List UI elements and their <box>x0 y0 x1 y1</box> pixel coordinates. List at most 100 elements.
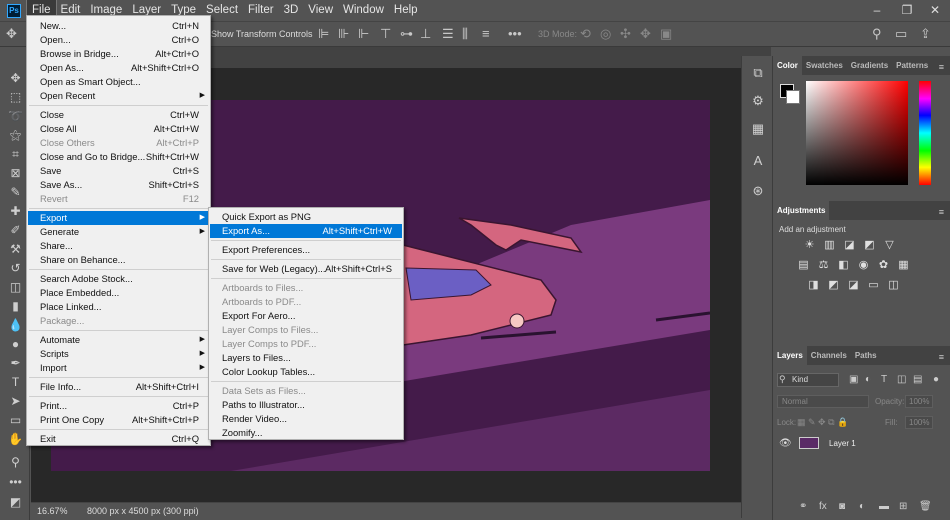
zoom-level[interactable]: 16.67% <box>37 506 68 516</box>
background-color-swatch[interactable] <box>786 90 800 104</box>
menu-item-browse-in-bridge[interactable]: Browse in Bridge... Alt+Ctrl+O <box>28 47 209 61</box>
filter-toggle-icon[interactable]: ● <box>933 374 939 385</box>
threshold-icon[interactable]: ◪ <box>847 279 860 292</box>
tab-adjustments[interactable]: Adjustments <box>773 201 830 220</box>
align-bottom-icon[interactable]: ⊥ <box>420 27 431 41</box>
dodge-tool-icon[interactable]: ● <box>7 336 24 353</box>
color-balance-icon[interactable]: ⚖ <box>817 259 830 272</box>
3d-pan-icon[interactable]: ✣ <box>620 27 631 41</box>
color-lookup-icon[interactable]: ▦ <box>897 259 910 272</box>
menu-item-file-info[interactable]: File Info... Alt+Shift+Ctrl+I <box>28 380 209 394</box>
libraries-panel-icon[interactable]: ▦ <box>749 120 767 138</box>
tab-channels[interactable]: Channels <box>807 346 851 365</box>
posterize-icon[interactable]: ◩ <box>827 279 840 292</box>
eyedropper-tool-icon[interactable]: ✎ <box>7 184 24 201</box>
frame-tool-icon[interactable]: ⊠ <box>7 165 24 182</box>
search-icon[interactable]: ⚲ <box>872 27 882 41</box>
align-center-icon[interactable]: ⊪ <box>338 27 349 41</box>
menu-item-close[interactable]: Close Ctrl+W <box>28 108 209 122</box>
menu-filter[interactable]: Filter <box>243 0 279 21</box>
menu-help[interactable]: Help <box>389 0 423 21</box>
menu-item-export-for-aero[interactable]: Export For Aero... <box>210 309 402 323</box>
lock-pixels-icon[interactable]: ▦ ✎ ✥ ⧉ 🔒 <box>797 417 848 428</box>
menu-item-close-go-bridge[interactable]: Close and Go to Bridge... Shift+Ctrl+W <box>28 150 209 164</box>
character-panel-icon[interactable]: A <box>749 152 767 170</box>
menu-item-exit[interactable]: Exit Ctrl+Q <box>28 432 209 446</box>
rectangle-tool-icon[interactable]: ▭ <box>7 412 24 429</box>
panel-menu-icon[interactable]: ≡ <box>939 62 944 72</box>
panel-menu-icon[interactable]: ≡ <box>939 207 944 217</box>
edit-toolbar-icon[interactable]: ••• <box>7 474 24 491</box>
menu-item-open-recent[interactable]: Open Recent ▶ <box>28 89 209 103</box>
menu-item-open-smart-object[interactable]: Open as Smart Object... <box>28 75 209 89</box>
menu-item-share-behance[interactable]: Share on Behance... <box>28 253 209 267</box>
healing-brush-tool-icon[interactable]: ✚ <box>7 203 24 220</box>
exposure-icon[interactable]: ◩ <box>863 239 876 252</box>
add-mask-icon[interactable]: ◙ <box>839 501 845 512</box>
menu-item-place-linked[interactable]: Place Linked... <box>28 300 209 314</box>
panel-menu-icon[interactable]: ≡ <box>939 352 944 362</box>
new-group-icon[interactable]: ▬ <box>879 501 889 512</box>
3d-roll-icon[interactable]: ◎ <box>600 27 611 41</box>
share-icon[interactable]: ⇪ <box>920 27 931 41</box>
layer-name[interactable]: Layer 1 <box>829 439 856 448</box>
menu-item-print[interactable]: Print... Ctrl+P <box>28 399 209 413</box>
color-picker-field[interactable] <box>806 81 908 185</box>
workspace-icon[interactable]: ▭ <box>895 27 907 41</box>
tab-layers[interactable]: Layers <box>773 346 807 365</box>
move-tool-icon[interactable]: ✥ <box>7 70 24 87</box>
menu-item-save-for-web[interactable]: Save for Web (Legacy)... Alt+Shift+Ctrl+S <box>210 262 402 276</box>
tab-gradients[interactable]: Gradients <box>847 56 892 75</box>
align-right-icon[interactable]: ⊩ <box>358 27 369 41</box>
curves-icon[interactable]: ◪ <box>843 239 856 252</box>
menu-item-color-lookup-tables[interactable]: Color Lookup Tables... <box>210 365 402 379</box>
tab-swatches[interactable]: Swatches <box>802 56 847 75</box>
layer-filter-kind[interactable]: Kind <box>777 373 839 387</box>
pen-tool-icon[interactable]: ✒ <box>7 355 24 372</box>
menu-item-save[interactable]: Save Ctrl+S <box>28 164 209 178</box>
menu-item-quick-export-png[interactable]: Quick Export as PNG <box>210 210 402 224</box>
fg-bg-colors-icon[interactable]: ◩ <box>7 494 24 511</box>
new-layer-icon[interactable]: ⊞ <box>899 501 907 512</box>
link-layers-icon[interactable]: ⚭ <box>799 501 807 512</box>
delete-layer-icon[interactable]: 🗑 <box>919 501 932 512</box>
document-info[interactable]: 8000 px x 4500 px (300 ppi) <box>87 506 199 516</box>
path-selection-tool-icon[interactable]: ➤ <box>7 393 24 410</box>
tab-color[interactable]: Color <box>773 56 802 75</box>
menu-item-export-preferences[interactable]: Export Preferences... <box>210 243 402 257</box>
3d-orbit-icon[interactable]: ⟲ <box>580 27 591 41</box>
minimize-button[interactable]: – <box>862 0 892 21</box>
filter-shape-icon[interactable]: ◫ <box>897 374 906 385</box>
crop-tool-icon[interactable]: ⌗ <box>7 146 24 163</box>
menu-item-paths-to-illustrator[interactable]: Paths to Illustrator... <box>210 398 402 412</box>
menu-item-zoomify[interactable]: Zoomify... <box>210 426 402 440</box>
align-left-icon[interactable]: ⊫ <box>318 27 329 41</box>
hue-saturation-icon[interactable]: ▤ <box>797 259 810 272</box>
properties-panel-icon[interactable]: ⚙ <box>749 92 767 110</box>
menu-item-place-embedded[interactable]: Place Embedded... <box>28 286 209 300</box>
levels-icon[interactable]: ▥ <box>823 239 836 252</box>
menu-window[interactable]: Window <box>338 0 389 21</box>
menu-item-automate[interactable]: Automate ▶ <box>28 333 209 347</box>
magic-wand-tool-icon[interactable]: ⚝ <box>7 127 24 144</box>
align-middle-icon[interactable]: ⊶ <box>400 27 413 41</box>
new-adjustment-layer-icon[interactable]: ◐ <box>859 501 865 512</box>
layer-row[interactable]: 👁 Layer 1 <box>773 433 950 455</box>
align-top-icon[interactable]: ⊤ <box>380 27 391 41</box>
filter-adjustment-icon[interactable]: ◐ <box>865 374 871 385</box>
hand-tool-icon[interactable]: ✋ <box>7 431 24 448</box>
3d-slide-icon[interactable]: ✥ <box>640 27 651 41</box>
menu-item-new[interactable]: New... Ctrl+N <box>28 19 209 33</box>
filter-smart-object-icon[interactable]: ▤ <box>913 374 922 385</box>
tab-patterns[interactable]: Patterns <box>892 56 932 75</box>
menu-item-print-one-copy[interactable]: Print One Copy Alt+Shift+Ctrl+P <box>28 413 209 427</box>
invert-icon[interactable]: ◨ <box>807 279 820 292</box>
more-options-icon[interactable]: ••• <box>508 27 522 41</box>
distribute-icon[interactable]: ☰ <box>442 27 454 41</box>
blend-mode-select[interactable]: Normal <box>777 395 869 408</box>
fx-icon[interactable]: fx <box>819 501 827 512</box>
black-white-icon[interactable]: ◧ <box>837 259 850 272</box>
show-transform-controls-label[interactable]: Show Transform Controls <box>211 29 313 39</box>
hue-slider[interactable] <box>919 81 931 185</box>
clone-stamp-tool-icon[interactable]: ⚒ <box>7 241 24 258</box>
